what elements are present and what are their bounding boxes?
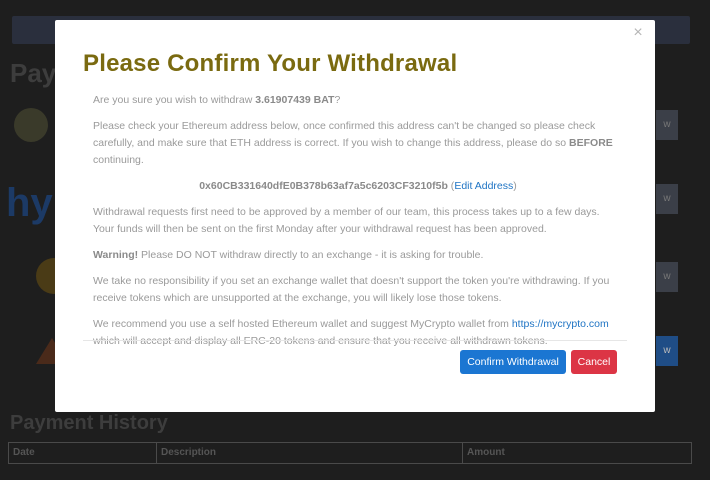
payment-history-table: Date Description Amount [8, 442, 692, 464]
eth-address-row: 0x60CB331640dfE0B378b63af7a5c6203CF3210f… [199, 180, 517, 192]
withdraw-button[interactable]: w [656, 110, 678, 140]
close-icon[interactable]: × [629, 24, 647, 42]
withdraw-button[interactable]: w [656, 336, 678, 366]
confirm-withdrawal-button[interactable]: Confirm Withdrawal [460, 350, 566, 374]
address-notice: Please check your Ethereum address below… [93, 120, 613, 166]
warning-label: Warning! [93, 249, 139, 261]
footer-divider [83, 340, 627, 341]
modal-title: Please Confirm Your Withdrawal [83, 50, 458, 77]
responsibility-notice: We take no responsibility if you set an … [93, 275, 610, 304]
confirm-withdrawal-modal: × Please Confirm Your Withdrawal Are you… [55, 20, 655, 412]
withdraw-question: Are you sure you wish to withdraw 3.6190… [93, 94, 341, 106]
hydro-logo-icon: hy [6, 181, 53, 225]
table-header-description: Description [157, 443, 463, 463]
cancel-button[interactable]: Cancel [571, 350, 617, 374]
table-header-amount: Amount [467, 447, 505, 458]
recommend-notice: We recommend you use a self hosted Ether… [93, 318, 609, 347]
before-emphasis: BEFORE [569, 137, 613, 149]
approval-notice: Withdrawal requests first need to be app… [93, 206, 600, 235]
eth-address: 0x60CB331640dfE0B378b63af7a5c6203CF3210f… [199, 180, 448, 192]
modal-body: Are you sure you wish to withdraw 3.6190… [93, 92, 623, 359]
mycrypto-link[interactable]: https://mycrypto.com [512, 318, 609, 330]
withdraw-amount: 3.61907439 BAT [255, 94, 335, 106]
withdraw-button[interactable]: w [656, 184, 678, 214]
edit-address-link[interactable]: Edit Address [454, 180, 513, 192]
warning-notice: Warning! Please DO NOT withdraw directly… [93, 249, 484, 261]
payment-history-title: Payment History [10, 412, 168, 434]
withdraw-button[interactable]: w [656, 262, 678, 292]
coin-logo-icon [14, 108, 48, 142]
table-header-date: Date [9, 443, 157, 463]
